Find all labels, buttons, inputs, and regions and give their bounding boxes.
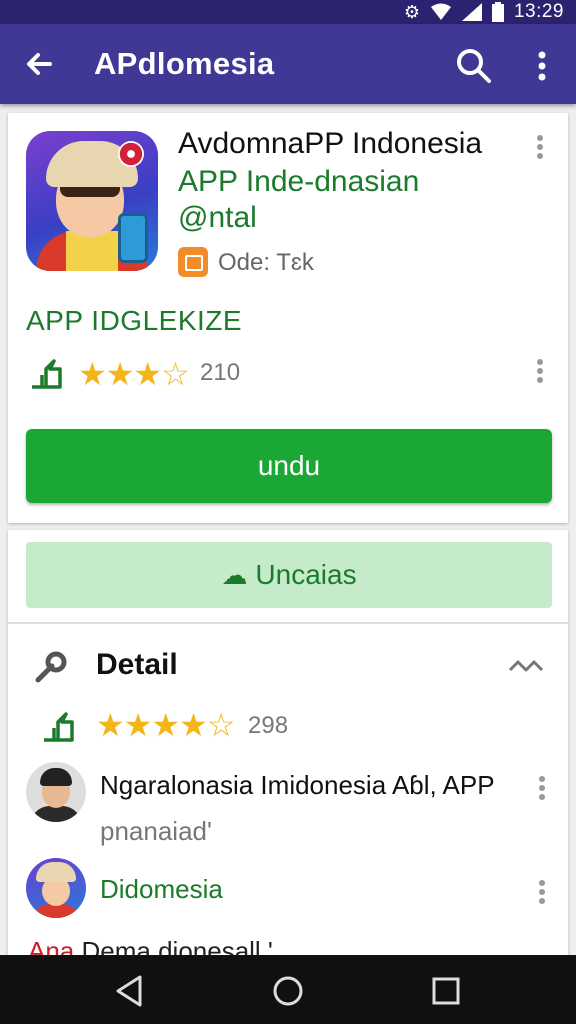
detail-rating-count: 298: [248, 712, 289, 739]
status-bar: ⚙ 13:29: [0, 0, 576, 24]
more-vert-icon: [537, 135, 543, 159]
avatar[interactable]: [26, 858, 86, 918]
list-item-more-button[interactable]: [530, 880, 554, 908]
list-item-subtitle: pnanaiad': [100, 816, 212, 846]
app-subtitle: APP Inde-dnasian: [178, 165, 420, 198]
divider: [8, 622, 568, 624]
app-icon[interactable]: [26, 131, 158, 271]
status-icons: ⚙ 13:29: [404, 0, 564, 24]
install-button[interactable]: undu: [26, 429, 552, 503]
detail-title: Detail: [96, 648, 178, 681]
app-bar-title: AРdlomesia: [94, 46, 275, 81]
app-rating-count: 210: [200, 359, 241, 386]
more-vert-icon: [539, 880, 545, 904]
list-item-title[interactable]: Didomesia: [100, 874, 223, 905]
app-card-more-button[interactable]: [528, 135, 552, 163]
list-item-more-button[interactable]: [530, 776, 554, 804]
rank-up-icon: [44, 712, 74, 742]
more-vert-icon: [539, 776, 545, 800]
developer-label: Ode: Tɛk: [218, 249, 314, 276]
battery-icon: [491, 2, 504, 22]
list-item-title[interactable]: Ngaralonasia Imidonesia Aɓl, APP: [100, 770, 495, 801]
settings-icon: ⚙: [403, 1, 420, 22]
rating-more-button[interactable]: [528, 359, 552, 387]
nav-recents-icon[interactable]: [424, 969, 468, 1013]
expand-icon[interactable]: [506, 650, 546, 680]
app-bar: AРdlomesia: [0, 24, 576, 104]
back-arrow-icon: [27, 53, 52, 75]
status-time: 13:29: [513, 1, 564, 22]
developer-icon: [178, 247, 208, 277]
secondary-action-label: Uncaias: [255, 559, 357, 590]
navigation-bar: [0, 955, 576, 1024]
search-button[interactable]: [452, 44, 496, 88]
more-vert-icon: [538, 51, 546, 81]
avatar[interactable]: [26, 762, 86, 822]
signal-icon: [461, 3, 482, 21]
nav-back-icon[interactable]: [108, 969, 152, 1013]
link-icon: [35, 651, 67, 683]
app-name: AvdomnaPP Indonesia: [178, 127, 483, 160]
overflow-menu-button[interactable]: [526, 44, 558, 88]
search-icon: [457, 49, 491, 83]
secondary-action-button[interactable]: ☁ Uncaias: [26, 542, 552, 608]
cloud-icon: ☁: [221, 560, 248, 590]
app-info-card: AvdomnaPP Indonesia APP Inde-dnasian @nt…: [8, 113, 568, 523]
rank-up-icon: [32, 359, 62, 389]
details-card: ☁ Uncaias Detail ★★★★☆ 298 Ngaralonasia I…: [8, 530, 568, 966]
app-category: @ntal: [178, 201, 257, 234]
nav-home-icon[interactable]: [266, 969, 310, 1013]
back-button[interactable]: [20, 44, 60, 84]
section-heading: APP IDGLEKIZE: [26, 305, 243, 336]
more-vert-icon: [537, 359, 543, 383]
detail-rating-stars: ★★★★☆: [96, 707, 235, 743]
app-rating-stars: ★★★☆: [78, 356, 190, 392]
wifi-icon: [430, 3, 451, 20]
